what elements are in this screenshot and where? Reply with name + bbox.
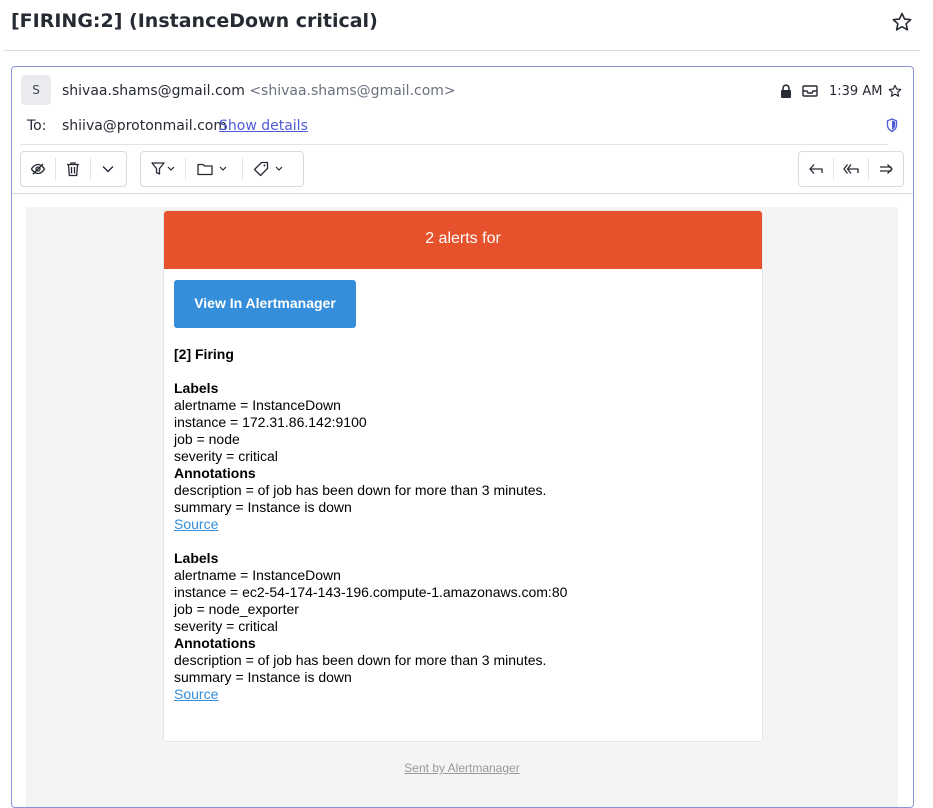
- source-link[interactable]: Source: [174, 686, 218, 702]
- move-to-folder-button[interactable]: [186, 152, 242, 186]
- tag-icon: [253, 161, 283, 177]
- reply-icon: [809, 164, 823, 174]
- label-line: job = node_exporter: [174, 601, 299, 617]
- trash-icon: [67, 162, 79, 177]
- sent-by-alertmanager-link[interactable]: Sent by Alertmanager: [26, 761, 898, 775]
- divider: [12, 193, 913, 194]
- reply-all-button[interactable]: [834, 152, 868, 186]
- toolbar-reply-group: [798, 151, 904, 187]
- reply-all-icon: [843, 164, 859, 174]
- annotations-heading: Annotations: [174, 635, 256, 651]
- view-in-alertmanager-button[interactable]: View In Alertmanager: [174, 280, 356, 328]
- eye-off-icon: [30, 163, 46, 175]
- subject-bar: [FIRING:2] (InstanceDown critical): [0, 0, 933, 50]
- annotation-line: summary = Instance is down: [174, 499, 352, 515]
- alert-card: 2 alerts for View In Alertmanager [2] Fi…: [163, 210, 763, 742]
- label-line: severity = critical: [174, 448, 278, 464]
- labels-heading: Labels: [174, 380, 219, 396]
- more-actions-button[interactable]: [91, 152, 125, 186]
- label-line: job = node: [174, 431, 240, 447]
- message-container: S shivaa.shams@gmail.com <shivaa.shams@g…: [11, 66, 914, 808]
- annotation-line: summary = Instance is down: [174, 669, 352, 685]
- sender[interactable]: shivaa.shams@gmail.com <shivaa.shams@gma…: [62, 83, 456, 99]
- recipient-address[interactable]: shiiva@protonmail.com: [62, 118, 227, 134]
- reply-button[interactable]: [799, 152, 833, 186]
- star-icon[interactable]: [890, 10, 914, 34]
- labels-heading: Labels: [174, 550, 219, 566]
- trash-button[interactable]: [56, 152, 90, 186]
- filter-icon: [151, 162, 175, 175]
- show-details-link[interactable]: Show details: [219, 118, 308, 134]
- label-line: instance = ec2-54-174-143-196.compute-1.…: [174, 584, 568, 600]
- annotations-heading: Annotations: [174, 465, 256, 481]
- label-button[interactable]: [243, 152, 297, 186]
- filter-button[interactable]: [141, 152, 185, 186]
- label-line: alertname = InstanceDown: [174, 567, 341, 583]
- divider: [20, 144, 888, 145]
- alert-content: [2] Firing Labels alertname = InstanceDo…: [174, 346, 744, 703]
- avatar: S: [21, 75, 51, 105]
- folder-icon: [197, 163, 227, 176]
- forward-icon: [880, 164, 893, 174]
- chevron-down-icon: [102, 166, 114, 173]
- firing-title: [2] Firing: [174, 346, 234, 362]
- forward-button[interactable]: [869, 152, 903, 186]
- sender-address: <shivaa.shams@gmail.com>: [249, 83, 456, 99]
- message-time: 1:39 AM: [829, 84, 883, 99]
- lock-icon: [781, 84, 791, 98]
- annotation-line: description = of job has been down for m…: [174, 652, 547, 668]
- label-line: severity = critical: [174, 618, 278, 634]
- toolbar-organize-group: [140, 151, 304, 187]
- email-body: 2 alerts for View In Alertmanager [2] Fi…: [26, 207, 898, 807]
- shield-icon[interactable]: [886, 118, 898, 133]
- alert-header: 2 alerts for: [164, 211, 762, 269]
- star-icon[interactable]: [887, 83, 903, 99]
- envelope-open-icon: [802, 85, 818, 97]
- to-label: To:: [27, 118, 47, 134]
- divider: [4, 50, 920, 51]
- label-line: alertname = InstanceDown: [174, 397, 341, 413]
- sender-name: shivaa.shams@gmail.com: [62, 83, 245, 99]
- toolbar-actions-group: [20, 151, 127, 187]
- annotation-line: description = of job has been down for m…: [174, 482, 547, 498]
- email-subject: [FIRING:2] (InstanceDown critical): [11, 10, 378, 32]
- mark-unread-button[interactable]: [21, 152, 55, 186]
- label-line: instance = 172.31.86.142:9100: [174, 414, 367, 430]
- source-link[interactable]: Source: [174, 516, 218, 532]
